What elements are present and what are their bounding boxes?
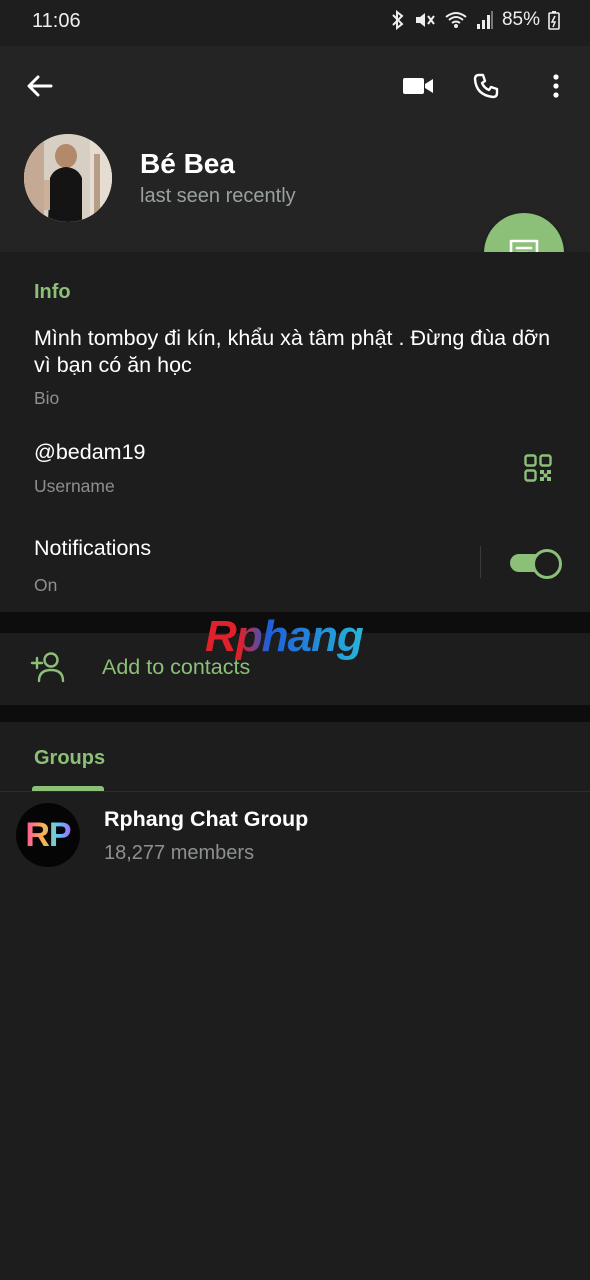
group-members-count: 18,277 members: [104, 842, 255, 864]
username-text[interactable]: @bedam19: [34, 440, 145, 465]
profile-avatar[interactable]: [24, 134, 112, 222]
tab-bar-divider: [0, 791, 590, 792]
watermark-logo: Rphang: [205, 612, 364, 662]
back-arrow-icon: [27, 75, 53, 97]
notifications-state: On: [34, 575, 58, 595]
mute-icon: [415, 13, 435, 27]
watermark-text: Rphang: [205, 612, 364, 661]
more-options-button[interactable]: [536, 66, 576, 106]
status-time: 11:06: [32, 10, 81, 32]
section-divider: [0, 705, 590, 722]
toggle-knob: [532, 549, 562, 579]
tab-groups[interactable]: Groups: [34, 747, 105, 770]
profile-photo: [24, 134, 112, 222]
group-name: Rphang Chat Group: [104, 807, 309, 831]
username-label: Username: [34, 476, 115, 496]
contact-status: last seen recently: [140, 185, 296, 207]
status-icons: 85%: [390, 9, 560, 31]
group-avatar-text: RP: [25, 815, 71, 854]
qr-code-button[interactable]: [518, 448, 558, 488]
notifications-toggle[interactable]: [510, 548, 562, 579]
phone-icon: [473, 73, 499, 99]
toggle-divider: [480, 546, 481, 578]
info-title: Info: [34, 281, 71, 303]
battery-percent: 85%: [501, 9, 540, 30]
add-person-icon: [30, 652, 65, 683]
bluetooth-icon: [392, 10, 404, 30]
video-call-button[interactable]: [398, 66, 438, 106]
bio-label: Bio: [34, 388, 60, 408]
back-button[interactable]: [20, 66, 60, 106]
more-vert-icon: [553, 74, 559, 98]
phone-call-button[interactable]: [466, 66, 506, 106]
status-bar: 11:06 85%: [0, 0, 590, 46]
notifications-label[interactable]: Notifications: [34, 536, 151, 561]
signal-icon: [476, 11, 493, 29]
contact-name: Bé Bea: [140, 148, 235, 179]
video-call-icon: [403, 78, 433, 94]
group-avatar: RP: [16, 803, 80, 867]
wifi-icon: [445, 12, 467, 28]
bio-text[interactable]: Mình tomboy đi kín, khẩu xà tâm phật . Đ…: [34, 325, 554, 379]
qr-code-icon: [524, 454, 552, 482]
battery-icon: [548, 11, 560, 30]
